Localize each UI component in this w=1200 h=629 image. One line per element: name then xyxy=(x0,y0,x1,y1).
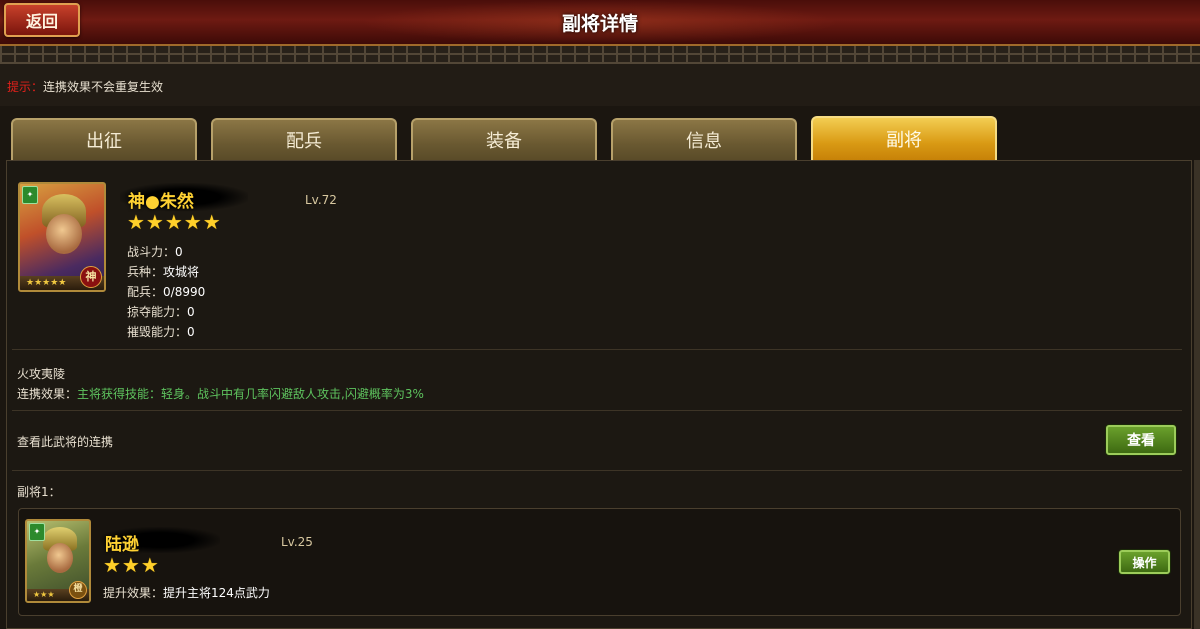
link-skill-name: 火攻夷陵 xyxy=(17,367,66,381)
scrollbar[interactable] xyxy=(1194,160,1200,629)
divider xyxy=(12,470,1182,471)
hint-label: 提示： xyxy=(7,80,44,94)
stat-troop-type: 兵种：攻城将 xyxy=(127,265,200,279)
general-stars: ★★★★★ xyxy=(127,210,222,234)
general-name: 神●朱然 xyxy=(128,192,194,212)
face-image xyxy=(46,214,82,254)
stat-destroy: 摧毁能力：0 xyxy=(127,325,195,339)
stat-troops: 配兵：0/8990 xyxy=(127,285,206,299)
tab-deputy[interactable]: 副将 xyxy=(811,116,997,160)
hint-message: 连携效果不会重复生效 xyxy=(43,80,164,94)
divider xyxy=(12,349,1182,350)
divider xyxy=(12,410,1182,411)
general-level: Lv.72 xyxy=(305,193,337,207)
operate-button[interactable]: 操作 xyxy=(1119,550,1170,574)
quality-gem-icon: ✦ xyxy=(22,186,38,204)
divine-seal-icon: 神 xyxy=(80,266,102,288)
view-link-text: 查看此武将的连携 xyxy=(17,435,114,449)
view-button[interactable]: 查看 xyxy=(1106,425,1176,455)
link-effect: 连携效果：主将获得技能：轻身。战斗中有几率闪避敌人攻击,闪避概率为3% xyxy=(17,387,424,401)
general-portrait[interactable]: ✦ ★★★★★ 神 xyxy=(18,182,106,292)
tab-equipment[interactable]: 装备 xyxy=(411,118,597,160)
deputy-name: 陆逊 xyxy=(105,535,139,555)
page-title: 副将详情 xyxy=(561,12,638,35)
tab-troops[interactable]: 配兵 xyxy=(211,118,397,160)
hint-text: 提示：连携效果不会重复生效 xyxy=(7,78,163,95)
face-image xyxy=(47,543,73,573)
deputy-slot-label: 副将1： xyxy=(17,485,61,499)
deputy-effect: 提升效果：提升主将124点武力 xyxy=(103,586,270,600)
deputy-stars: ★★★ xyxy=(103,553,160,577)
stat-combat-power: 战斗力：0 xyxy=(127,245,183,259)
quality-gem-icon: ✦ xyxy=(29,523,45,541)
rank-seal-icon: 橙 xyxy=(69,581,87,599)
hint-bar xyxy=(0,64,1200,106)
stat-plunder: 掠夺能力：0 xyxy=(127,305,195,319)
deputy-portrait[interactable]: ✦ ★★★ 橙 xyxy=(25,519,91,603)
deputy-level: Lv.25 xyxy=(281,535,313,549)
tab-info[interactable]: 信息 xyxy=(611,118,797,160)
decorative-border xyxy=(0,46,1200,64)
tab-expedition[interactable]: 出征 xyxy=(11,118,197,160)
back-button[interactable]: 返回 xyxy=(4,3,80,37)
